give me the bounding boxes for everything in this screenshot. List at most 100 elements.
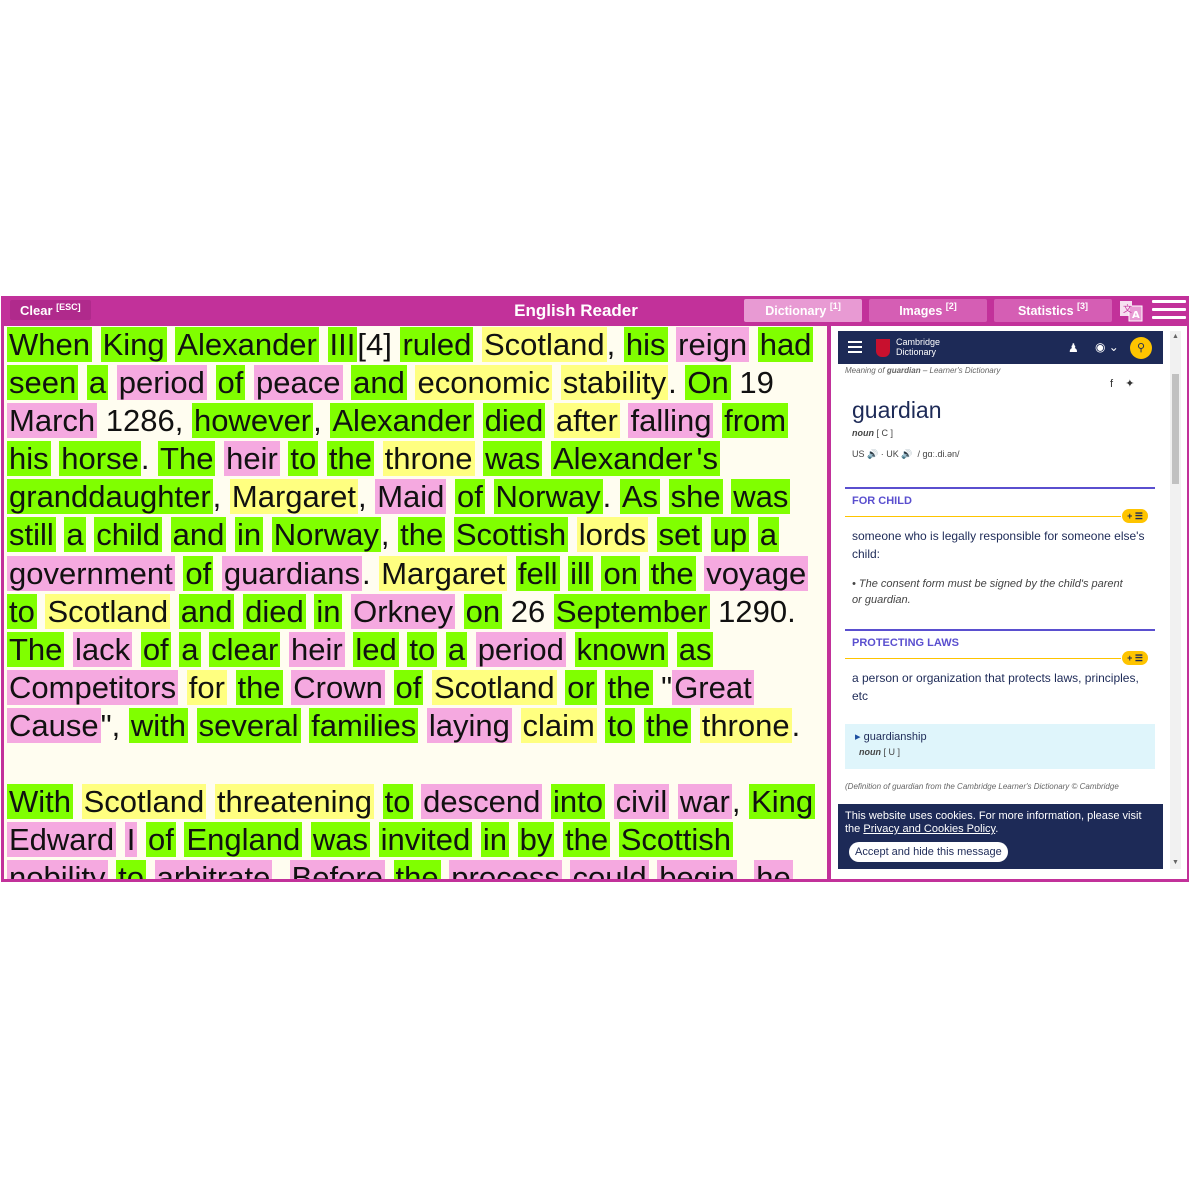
reader-word[interactable]: a	[179, 631, 201, 667]
reader-word[interactable]: the	[393, 860, 441, 879]
translate-icon[interactable]: 文A	[1119, 300, 1143, 322]
reader-word[interactable]: however	[191, 403, 314, 439]
reader-word[interactable]: up	[710, 517, 750, 553]
reader-word[interactable]: Edward	[7, 822, 117, 858]
reader-word[interactable]: was	[483, 441, 543, 477]
reader-word[interactable]: nobility	[7, 860, 108, 879]
reader-word[interactable]: a	[445, 631, 468, 667]
reader-word[interactable]: of	[140, 631, 171, 667]
cambridge-menu-icon[interactable]	[848, 341, 862, 356]
clear-button[interactable]: Clear [ESC]	[10, 300, 91, 320]
accept-cookies-button[interactable]: Accept and hide this message	[849, 842, 1008, 862]
reader-word[interactable]: still	[7, 517, 56, 553]
reader-word[interactable]: throne	[699, 707, 792, 743]
reader-word[interactable]: a	[86, 365, 109, 401]
reader-word[interactable]: she	[668, 479, 723, 515]
reader-word[interactable]: known	[574, 631, 669, 667]
scroll-up-icon[interactable]: ▲	[1172, 333, 1179, 340]
scroll-thumb[interactable]	[1172, 374, 1179, 484]
reader-word[interactable]: invited	[378, 822, 473, 858]
reader-word[interactable]: peace	[254, 365, 343, 401]
reader-word[interactable]: to	[407, 631, 438, 667]
reader-word[interactable]: lack	[73, 631, 133, 667]
globe-icon[interactable]: ◉ ⌄	[1095, 340, 1119, 354]
reader-word[interactable]: As	[619, 479, 661, 515]
reader-word[interactable]: Crown	[291, 669, 385, 705]
reader-word[interactable]: he	[754, 860, 793, 879]
reader-word[interactable]: stability	[560, 365, 669, 401]
reader-word[interactable]: The	[158, 441, 216, 477]
reader-word[interactable]: threatening	[214, 784, 375, 820]
reader-word[interactable]: ill	[568, 555, 593, 591]
reader-word[interactable]: When	[7, 327, 92, 362]
reader-word[interactable]: could	[570, 860, 649, 879]
reader-word[interactable]: Norway	[271, 517, 381, 553]
reader-word[interactable]: of	[455, 479, 485, 515]
reader-word[interactable]: died	[243, 593, 306, 629]
reader-word[interactable]: from	[722, 403, 789, 439]
reader-word[interactable]: several	[196, 707, 301, 743]
reader-word[interactable]: Orkney	[351, 593, 456, 629]
reader-word[interactable]: to	[116, 860, 146, 879]
reader-word[interactable]: in	[480, 822, 510, 858]
reader-word[interactable]: a	[64, 517, 86, 553]
reader-word[interactable]: III	[327, 327, 358, 362]
reader-word[interactable]: to	[605, 707, 636, 743]
reader-word[interactable]: was	[731, 479, 791, 515]
related-word-box[interactable]: ▸ guardianship noun [ U ]	[845, 724, 1155, 769]
reader-word[interactable]: King	[100, 327, 167, 362]
reader-word[interactable]: Margaret	[229, 479, 358, 515]
reader-word[interactable]: Scotland	[482, 327, 607, 362]
reader-word[interactable]: descend	[421, 784, 543, 820]
reader-word[interactable]: With	[7, 784, 73, 820]
reader-word[interactable]: Alexander	[175, 327, 319, 362]
reader-word[interactable]: his	[7, 441, 51, 477]
reader-word[interactable]: a	[757, 517, 779, 553]
reader-word[interactable]: clear	[209, 631, 281, 667]
reader-word[interactable]: of	[393, 669, 424, 705]
reader-word[interactable]: Alexander	[550, 441, 695, 477]
add-to-wordlist-button[interactable]: + ☰	[1122, 509, 1148, 523]
reader-word[interactable]: families	[309, 707, 419, 743]
reader-word[interactable]: had	[757, 327, 814, 362]
reader-word[interactable]: to	[7, 593, 37, 629]
reader-word[interactable]: to	[382, 784, 413, 820]
reader-word[interactable]: Margaret	[379, 555, 508, 591]
reader-word[interactable]: period	[116, 365, 207, 401]
reader-word[interactable]: on	[463, 593, 503, 629]
reader-word[interactable]: Before	[289, 860, 385, 879]
reader-word[interactable]: The	[7, 631, 65, 667]
reader-word[interactable]: war	[677, 784, 732, 820]
audio-us-icon[interactable]: 🔊	[867, 449, 878, 459]
tab-dictionary[interactable]: Dictionary [1]	[744, 299, 862, 322]
reader-word[interactable]: arbitrate	[154, 860, 273, 879]
reader-word[interactable]: by	[517, 822, 555, 858]
reader-word[interactable]: as	[676, 631, 714, 667]
reader-word[interactable]: in	[314, 593, 343, 629]
reader-word[interactable]: seen	[7, 365, 79, 401]
facebook-icon[interactable]: f	[1110, 378, 1113, 390]
reader-word[interactable]: the	[326, 441, 375, 477]
reader-word[interactable]: led	[353, 631, 399, 667]
reader-word[interactable]: died	[482, 403, 546, 439]
reader-word[interactable]: laying	[426, 707, 512, 743]
reader-word[interactable]: England	[184, 822, 303, 858]
reader-word[interactable]: set	[656, 517, 702, 553]
reader-word[interactable]: the	[235, 669, 283, 705]
reader-word[interactable]: granddaughter	[7, 479, 213, 515]
dictionary-scrollbar[interactable]: ▲ ▼	[1170, 331, 1181, 869]
user-icon[interactable]: ♟	[1068, 341, 1079, 355]
add-to-wordlist-button[interactable]: + ☰	[1122, 651, 1148, 665]
reader-word[interactable]: Scotland	[431, 669, 557, 705]
reader-word[interactable]: ruled	[400, 327, 474, 362]
reader-word[interactable]: Cause	[7, 707, 101, 743]
audio-uk-icon[interactable]: 🔊	[901, 449, 912, 459]
reader-word[interactable]: after	[553, 403, 620, 439]
reader-word[interactable]: government	[7, 555, 175, 591]
reader-word[interactable]: the	[643, 707, 692, 743]
reader-word[interactable]: begin	[657, 860, 738, 879]
reader-word[interactable]: in	[235, 517, 264, 553]
reader-word[interactable]: reign	[676, 327, 750, 362]
privacy-policy-link[interactable]: Privacy and Cookies Policy	[863, 823, 995, 835]
reader-word[interactable]: 's	[694, 441, 720, 477]
